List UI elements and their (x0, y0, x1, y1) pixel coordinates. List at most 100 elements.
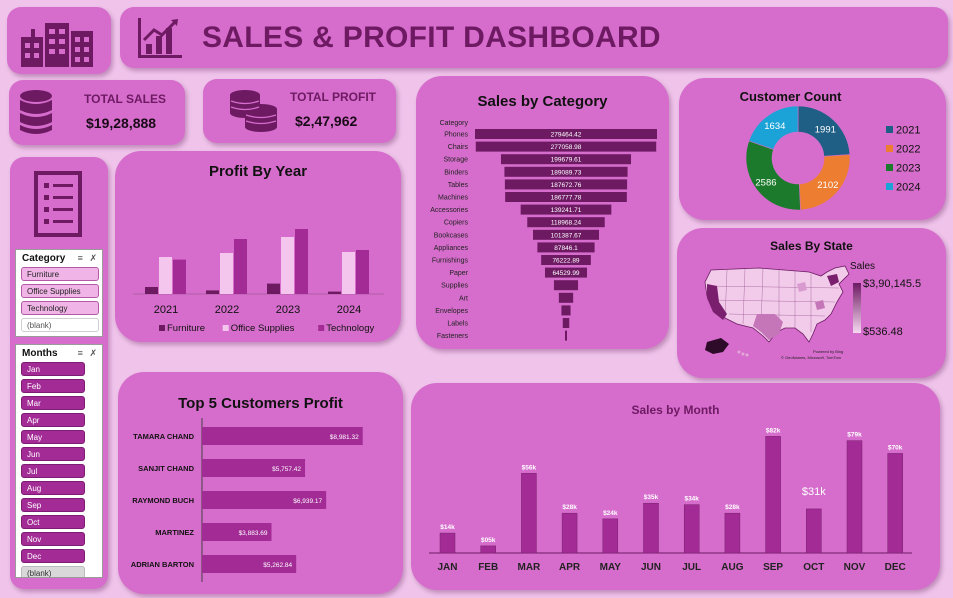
data-label-bookcases: 101387.67 (551, 232, 582, 239)
data-label-tables: 187672.76 (551, 182, 582, 189)
bar-fasteners (565, 330, 567, 341)
legend-label-2023: 2023 (896, 163, 920, 175)
customer-label-adrian-barton: ADRIAN BARTON (131, 560, 194, 569)
customer-count-card: Customer Count 1991 2102 2586 1634 2021 2022 2… (679, 78, 946, 220)
profit-by-year-chart: 2021 2022 2023 2024 Furniture Office Supplies… (133, 229, 384, 334)
growth-chart-icon (138, 18, 182, 58)
slicer-item-feb[interactable]: Feb (21, 379, 85, 393)
x-tick-label: 2023 (276, 304, 300, 316)
total-profit-label: TOTAL PROFIT (290, 90, 376, 104)
slicer-item-blank[interactable]: (blank) (21, 566, 85, 577)
category-label-labels: Labels (447, 321, 468, 328)
clear-filter-icon[interactable]: ✗ (89, 348, 97, 358)
bar-envelopes (561, 305, 571, 316)
slicer-item-furniture[interactable]: Furniture (21, 267, 99, 281)
legend-swatch-technology (318, 325, 325, 331)
data-label-raymond-buch: $6,939.17 (293, 498, 322, 505)
bar-furniture-2023 (267, 283, 280, 294)
texas-shape (753, 314, 783, 340)
bar-may (602, 518, 619, 554)
data-label-furnishings: 76222.89 (552, 258, 579, 265)
bar-oct (806, 508, 822, 554)
bar-nov (846, 440, 863, 554)
data-label-appliances: 87846.1 (554, 245, 578, 252)
legend-label-2021: 2021 (896, 125, 920, 137)
bar-sep (765, 436, 781, 554)
data-label-jun: $35k (644, 494, 659, 501)
legend-label-office-supplies: Office Supplies (231, 323, 295, 334)
bar-office-supplies-2022 (220, 253, 233, 294)
buildings-icon (21, 23, 93, 67)
data-label-oct: $31k (802, 486, 826, 498)
category-label-paper: Paper (449, 270, 468, 277)
total-sales-card: TOTAL SALES $19,28,888 (9, 80, 185, 145)
map-legend-title: Sales (850, 261, 876, 272)
slice-label-2022: 2102 (817, 180, 838, 191)
slicer-item-technology[interactable]: Technology (21, 301, 99, 315)
customer-count-chart: 1991 2102 2586 1634 2021 2022 2023 2024 (745, 105, 920, 211)
legend-label-2024: 2024 (896, 182, 920, 194)
sales-by-category-chart: Category Phones 279464.42 Chairs 277058.98 St… (430, 120, 657, 341)
data-label-apr: $28k (562, 504, 577, 511)
category-label-machines: Machines (438, 195, 468, 202)
page-title: SALES & PROFIT DASHBOARD (202, 21, 661, 54)
x-tick-label-sep: SEP (763, 562, 783, 573)
bar-dec (887, 453, 903, 554)
slicer-item-office-supplies[interactable]: Office Supplies (21, 284, 99, 298)
category-label-fasteners: Fasteners (437, 333, 469, 340)
bar-supplies (553, 280, 579, 291)
bar-office-supplies-2023 (281, 237, 294, 294)
alaska-shape (705, 338, 729, 354)
data-label-binders: 189089.73 (551, 169, 582, 176)
bar-furniture-2024 (328, 291, 341, 294)
legend-swatch-2022 (886, 145, 893, 152)
slicer-item-aug[interactable]: Aug (21, 481, 85, 495)
legend-swatch-2024 (886, 183, 893, 190)
bar-jun (643, 502, 659, 554)
customer-label-martinez: MARTINEZ (155, 528, 194, 537)
sales-by-state-card: Sales By State Sales $3,90,145.5 $536.48… (677, 228, 946, 378)
clear-filter-icon[interactable]: ✗ (89, 253, 97, 263)
slicer-item-oct[interactable]: Oct (21, 515, 85, 529)
slicer-item-nov[interactable]: Nov (21, 532, 85, 546)
slicer-item-apr[interactable]: Apr (21, 413, 85, 427)
x-tick-label-mar: MAR (518, 562, 542, 573)
data-label-tamara-chand: $8,981.32 (330, 434, 359, 441)
slicer-item-blank[interactable]: (blank) (21, 318, 99, 332)
bar-labels (562, 318, 570, 328)
slicer-item-dec[interactable]: Dec (21, 549, 85, 563)
bar-aug (724, 512, 741, 554)
x-tick-label-jul: JUL (682, 562, 701, 573)
multi-select-icon[interactable]: ≡ (78, 253, 83, 263)
multi-select-icon[interactable]: ≡ (78, 348, 83, 358)
slicer-item-jul[interactable]: Jul (21, 464, 85, 478)
bar-technology-2024 (356, 250, 369, 294)
bar-technology-2023 (295, 229, 308, 294)
map-legend-gradient (853, 283, 861, 333)
slicer-item-may[interactable]: May (21, 430, 85, 444)
top5-customers-card: Top 5 Customers Profit TAMARA CHAND $8,98… (118, 372, 403, 594)
slicer-item-jun[interactable]: Jun (21, 447, 85, 461)
x-tick-label-apr: APR (559, 562, 581, 573)
x-tick-label-feb: FEB (478, 562, 498, 573)
data-label-sanjit-chand: $5,757.42 (272, 466, 301, 473)
bar-office-supplies-2021 (159, 257, 172, 294)
slice-label-2023: 2586 (755, 177, 776, 188)
data-label-copiers: 118968.24 (551, 220, 582, 227)
category-label-supplies: Supplies (441, 283, 468, 290)
sales-by-month-chart: $14k JAN $05k FEB $56k MAR $28k APR $24k MAY $35k J… (429, 427, 912, 573)
checklist-icon (34, 171, 82, 237)
category-label-accessories: Accessories (430, 207, 468, 214)
legend-label-technology: Technology (326, 323, 374, 334)
bar-office-supplies-2024 (342, 252, 355, 294)
category-label-storage: Storage (443, 157, 468, 164)
data-label-accessories: 139241.71 (551, 207, 582, 214)
data-label-martinez: $3,883.69 (239, 530, 268, 537)
sales-by-state-title: Sales By State (770, 239, 853, 253)
slicer-item-jan[interactable]: Jan (21, 362, 85, 376)
data-label-sep: $82k (766, 427, 781, 434)
bar-jul (683, 504, 700, 554)
category-label-art: Art (459, 295, 468, 302)
slicer-item-mar[interactable]: Mar (21, 396, 85, 410)
slicer-item-sep[interactable]: Sep (21, 498, 85, 512)
